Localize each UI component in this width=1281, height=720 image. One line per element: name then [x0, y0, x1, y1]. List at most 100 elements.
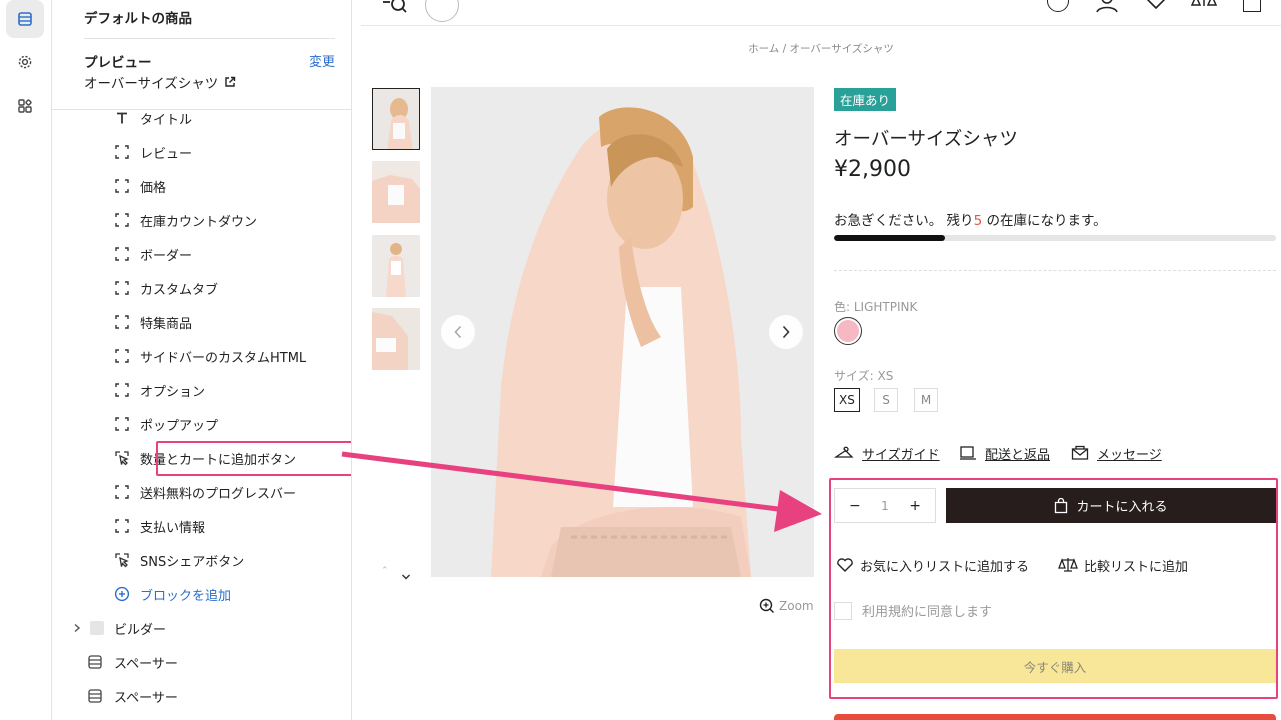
stock-badge: 在庫あり: [834, 88, 897, 111]
stock-countdown-prefix: お急ぎください。 残り: [834, 213, 974, 229]
product-thumbnail[interactable]: [372, 308, 420, 370]
block-item[interactable]: 特集商品: [114, 308, 192, 336]
block-icon: [114, 144, 130, 160]
cursor-icon: [114, 552, 130, 568]
block-item[interactable]: レビュー: [114, 138, 192, 166]
left-rail: [0, 0, 52, 720]
panel-title: デフォルトの商品: [84, 11, 192, 27]
block-item[interactable]: タイトル: [114, 104, 192, 132]
image-next-button[interactable]: [769, 315, 803, 349]
apps-icon[interactable]: [6, 87, 44, 125]
message-link[interactable]: メッセージ: [1071, 444, 1162, 463]
editor-panel: デフォルトの商品 プレビュー 変更 オーバーサイズシャツ タイトルレビュー価格在…: [52, 0, 352, 720]
block-item[interactable]: 在庫カウントダウン: [114, 206, 257, 234]
block-icon: [114, 484, 130, 500]
block-item[interactable]: 価格: [114, 172, 166, 200]
wishlist-icon[interactable]: [1145, 0, 1167, 16]
product-thumbnail[interactable]: [372, 88, 420, 150]
section-spacer[interactable]: スペーサー: [88, 682, 178, 710]
breadcrumb[interactable]: ホーム / オーバーサイズシャツ: [361, 41, 1281, 56]
block-icon: [114, 348, 130, 364]
gear-icon[interactable]: [6, 43, 44, 81]
block-icon: [114, 314, 130, 330]
block-item[interactable]: 支払い情報: [114, 512, 205, 540]
size-option-xs[interactable]: XS: [834, 388, 860, 412]
block-icon: [114, 382, 130, 398]
color-swatch-lightpink[interactable]: [834, 317, 862, 345]
preview-product[interactable]: オーバーサイズシャツ: [84, 72, 236, 92]
block-label: タイトル: [140, 112, 193, 128]
size-option-m[interactable]: M: [914, 388, 938, 412]
block-label: 価格: [140, 180, 167, 196]
stock-countdown-suffix: の在庫になります。: [982, 213, 1107, 229]
zoom-in-icon: [759, 598, 774, 613]
block-icon: [114, 518, 130, 534]
hanger-icon: [834, 446, 854, 458]
block-label: 支払い情報: [140, 520, 206, 536]
zoom-button[interactable]: Zoom: [759, 598, 814, 614]
block-item[interactable]: 送料無料のプログレスバー: [114, 478, 296, 506]
product-thumbnail[interactable]: [372, 161, 420, 223]
size-guide-link[interactable]: サイズガイド: [834, 444, 940, 463]
dynamic-checkout-button[interactable]: [834, 714, 1276, 720]
product-main-image[interactable]: [431, 87, 814, 577]
spacer-icon: [88, 655, 102, 669]
size-option-s[interactable]: S: [874, 388, 898, 412]
help-icon[interactable]: [1047, 0, 1069, 12]
preview-label: プレビュー: [84, 55, 152, 71]
block-label: ポップアップ: [140, 418, 219, 434]
block-item[interactable]: ポップアップ: [114, 410, 218, 438]
sections-icon[interactable]: [6, 0, 44, 38]
change-link[interactable]: 変更: [309, 51, 335, 70]
zoom-label: Zoom: [779, 599, 814, 613]
divider: [84, 38, 335, 39]
section-label: スペーサー: [114, 690, 178, 706]
block-label: SNSシェアボタン: [140, 554, 245, 570]
message-label: メッセージ: [1097, 447, 1162, 463]
block-item[interactable]: カスタムタブ: [114, 274, 218, 302]
shipping-link[interactable]: 配送と返品: [959, 444, 1050, 463]
block-item[interactable]: SNSシェアボタン: [114, 546, 244, 574]
thumbnail-scroll-down-icon[interactable]: [401, 566, 411, 585]
store-header: [361, 0, 1281, 26]
stock-progress-fill: [834, 235, 945, 241]
external-link-icon: [225, 76, 236, 87]
product-title: オーバーサイズシャツ: [834, 129, 1018, 150]
image-prev-button[interactable]: [441, 315, 475, 349]
highlight-box-left: [156, 441, 351, 476]
block-label: ボーダー: [140, 248, 193, 264]
block-item[interactable]: ボーダー: [114, 240, 192, 268]
text-icon: [114, 110, 130, 126]
chevron-right-icon: [72, 623, 86, 633]
block-label: 特集商品: [140, 316, 193, 332]
block-label: オプション: [140, 384, 206, 400]
block-icon: [114, 212, 130, 228]
block-item[interactable]: サイドバーのカスタムHTML: [114, 342, 306, 370]
thumbnail-scroll-up-icon[interactable]: ⌃: [381, 566, 389, 576]
add-block-label: ブロックを追加: [140, 588, 232, 604]
size-guide-label: サイズガイド: [862, 447, 940, 463]
divider: [834, 270, 1276, 271]
section-builder[interactable]: ビルダー: [72, 614, 166, 642]
divider: [52, 109, 351, 110]
color-swatch-fill: [837, 320, 859, 342]
product-thumbnail[interactable]: [372, 235, 420, 297]
delivery-icon: [960, 446, 976, 460]
stock-countdown-count: 5: [973, 213, 983, 229]
block-icon: [114, 178, 130, 194]
add-block-button[interactable]: ブロックを追加: [114, 580, 231, 608]
logo-icon[interactable]: [425, 0, 459, 22]
stock-progress-bar: [834, 235, 1276, 241]
cursor-icon: [114, 450, 130, 466]
compare-icon[interactable]: [1190, 0, 1218, 16]
account-icon[interactable]: [1095, 0, 1119, 18]
product-price: ¥2,900: [834, 157, 911, 182]
block-item[interactable]: オプション: [114, 376, 205, 404]
section-label: ビルダー: [114, 622, 167, 638]
builder-icon: [90, 621, 104, 635]
block-label: レビュー: [140, 146, 193, 162]
section-spacer[interactable]: スペーサー: [88, 648, 178, 676]
search-icon[interactable]: [381, 0, 409, 22]
cart-icon[interactable]: [1243, 0, 1261, 12]
envelope-icon: [1071, 445, 1089, 460]
